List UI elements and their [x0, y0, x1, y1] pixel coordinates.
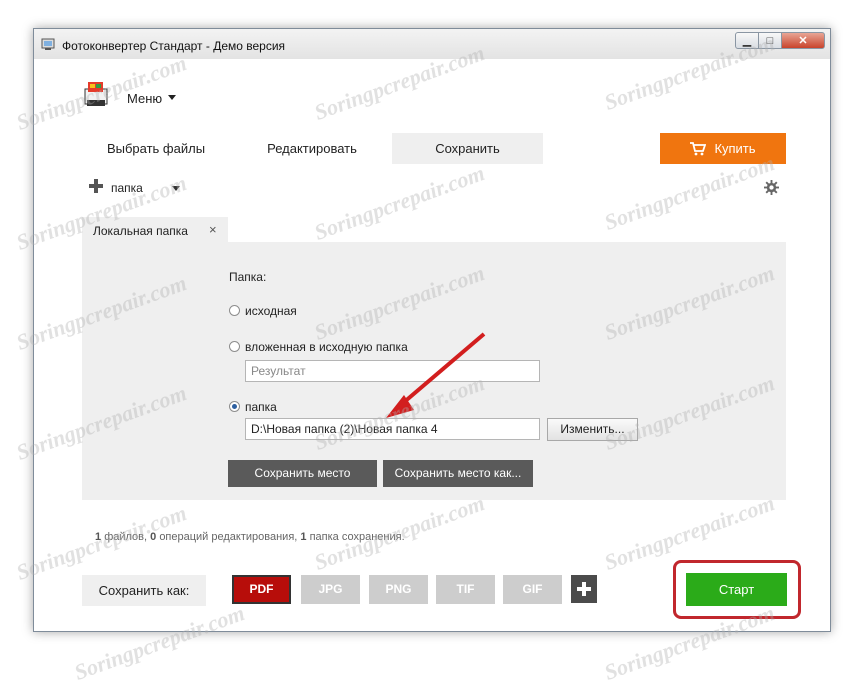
annotation-arrow: [386, 332, 486, 418]
